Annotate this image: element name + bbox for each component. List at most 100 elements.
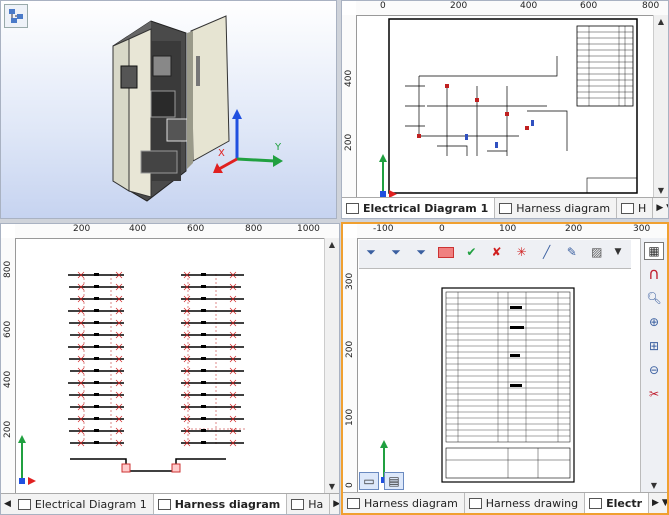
- filter-apply-icon[interactable]: ✔: [461, 242, 481, 262]
- color-picker-icon[interactable]: [436, 242, 456, 262]
- diagram-icon: [17, 498, 31, 510]
- ruler-label: 800: [3, 260, 13, 278]
- ruler-label: 400: [3, 370, 13, 388]
- tab-menu-icon[interactable]: ▼: [662, 498, 667, 508]
- line-tool-icon[interactable]: ╱: [537, 242, 557, 262]
- harness-element: [94, 309, 99, 312]
- tab-electrical-diagram-1[interactable]: Electrical Diagram 1: [342, 198, 496, 218]
- document-icon: [499, 202, 513, 214]
- zoom-out-icon[interactable]: ⊖: [644, 360, 664, 380]
- view-single-icon[interactable]: ▭: [359, 472, 379, 490]
- schematic-pane[interactable]: 0 200 400 600 800 400 200 ▲ ▼ Electrical…: [341, 0, 669, 219]
- horizontal-ruler: -100 0 100 200 300: [357, 224, 667, 239]
- drawing-toolbar: ⏷ ⏷ ⏷ ✔ ✘ ✳ ╱ ✎ ▨ ▼: [359, 240, 631, 269]
- harness-element: [94, 429, 99, 432]
- drawing-pane[interactable]: -100 0 100 200 300 300 200 100 0 ⏷ ⏷ ⏷ ✔…: [341, 222, 669, 515]
- harness-element: [201, 321, 206, 324]
- tab-overflow[interactable]: Ha: [287, 494, 331, 514]
- harness-element: [94, 357, 99, 360]
- tab-electrical[interactable]: Electr: [585, 493, 650, 513]
- harness-element: [94, 441, 99, 444]
- drawing-canvas[interactable]: [358, 266, 628, 491]
- harness-pane[interactable]: 200 400 600 800 1000 800 600 400 200 ▲ ▼…: [0, 223, 340, 515]
- harness-element: [94, 297, 99, 300]
- scroll-up-icon[interactable]: ▲: [654, 15, 668, 29]
- pen-tool-icon[interactable]: ✎: [562, 242, 582, 262]
- tab-electrical-diagram-1[interactable]: Electrical Diagram 1: [13, 494, 154, 514]
- ruler-label: 0: [380, 1, 386, 11]
- harness-element: [201, 309, 206, 312]
- toolbar-overflow-icon[interactable]: ▼: [612, 242, 624, 262]
- harness-element: [201, 357, 206, 360]
- schematic-canvas[interactable]: [357, 16, 654, 199]
- tab-harness-diagram[interactable]: Harness diagram: [153, 494, 288, 514]
- filter-select-icon[interactable]: ⏷: [386, 242, 406, 262]
- horizontal-ruler: 200 400 600 800 1000: [15, 224, 339, 239]
- ruler-label: 800: [245, 224, 263, 234]
- 3d-view-pane[interactable]: X Y: [0, 0, 337, 219]
- harness-element: [201, 441, 206, 444]
- ruler-label: 300: [345, 272, 355, 290]
- tab-overflow[interactable]: H: [617, 198, 654, 218]
- ruler-label: 300: [633, 224, 651, 234]
- zoom-window-icon[interactable]: ⊞: [644, 336, 664, 356]
- tab-harness-diagram[interactable]: Harness diagram: [495, 198, 618, 218]
- scroll-down-icon[interactable]: ▼: [647, 479, 661, 493]
- harness-element: [201, 405, 206, 408]
- tab-harness-diagram[interactable]: Harness diagram: [343, 493, 465, 513]
- sheet-icon: [589, 497, 603, 509]
- view-split-icon[interactable]: ▤: [384, 472, 405, 490]
- harness-element: [94, 417, 99, 420]
- measure-icon[interactable]: ✂: [644, 384, 664, 404]
- ruler-label: 200: [73, 224, 91, 234]
- harness-element: [121, 463, 131, 473]
- harness-element: [201, 381, 206, 384]
- tab-scroll-right-icon[interactable]: ▶: [656, 203, 663, 213]
- filter-clear-icon[interactable]: ✘: [486, 242, 506, 262]
- harness-element: [94, 285, 99, 288]
- ruler-label: -100: [373, 224, 394, 234]
- vertical-scrollbar[interactable]: ▲ ▼: [653, 15, 668, 198]
- view-toggle-buttons: ▭ ▤: [359, 472, 405, 491]
- diagram-icon: [346, 202, 359, 214]
- filter-list-icon[interactable]: ⏷: [411, 242, 431, 262]
- harness-element: [94, 405, 99, 408]
- vertical-ruler: 400 200: [342, 15, 357, 218]
- hatch-tool-icon[interactable]: ▨: [587, 242, 607, 262]
- ruler-label: 0: [439, 224, 445, 234]
- zoom-in-icon[interactable]: 🔍︎: [644, 288, 664, 308]
- vertical-ruler: 300 200 100 0: [343, 238, 358, 513]
- horizontal-ruler: 0 200 400 600 800: [356, 1, 668, 16]
- harness-element: [201, 393, 206, 396]
- scroll-up-icon[interactable]: ▲: [325, 238, 339, 252]
- filter-icon[interactable]: ⏷: [361, 242, 381, 262]
- harness-element: [94, 369, 99, 372]
- vertical-scrollbar[interactable]: ▲ ▼: [324, 238, 339, 494]
- harness-element: [201, 273, 206, 276]
- scroll-down-icon[interactable]: ▼: [654, 184, 668, 198]
- tab-scroll-left-icon[interactable]: ◀: [1, 494, 14, 514]
- ruler-label: 0: [345, 482, 355, 488]
- tab-scroll-right-icon[interactable]: ▶: [652, 498, 659, 508]
- axis-x-label: X: [218, 148, 225, 159]
- snap-point-icon[interactable]: ✳: [512, 242, 532, 262]
- magnet-snap-icon[interactable]: ∩: [644, 264, 664, 284]
- document-icon: [621, 202, 635, 214]
- harness-element: [201, 285, 206, 288]
- cabinet-3d-model[interactable]: [1, 1, 337, 219]
- zoom-fit-icon[interactable]: ⊕: [644, 312, 664, 332]
- ruler-label: 200: [345, 340, 355, 358]
- harness-element: [171, 463, 181, 473]
- harness-element: [201, 417, 206, 420]
- drawing-side-toolbar: ▦ ∩ 🔍︎ ⊕ ⊞ ⊖ ✂ ▼: [640, 238, 667, 493]
- scroll-down-icon[interactable]: ▼: [325, 480, 339, 494]
- harness-element: [201, 369, 206, 372]
- ruler-label: 400: [129, 224, 147, 234]
- ruler-label: 1000: [297, 224, 320, 234]
- tab-scroll-right-icon[interactable]: ▶: [333, 499, 339, 509]
- harness-canvas[interactable]: [16, 239, 326, 494]
- ruler-label: 800: [642, 1, 660, 11]
- layout-grid-icon[interactable]: ▦: [644, 242, 664, 260]
- harness-element: [201, 345, 206, 348]
- tab-harness-drawing[interactable]: Harness drawing: [464, 493, 586, 513]
